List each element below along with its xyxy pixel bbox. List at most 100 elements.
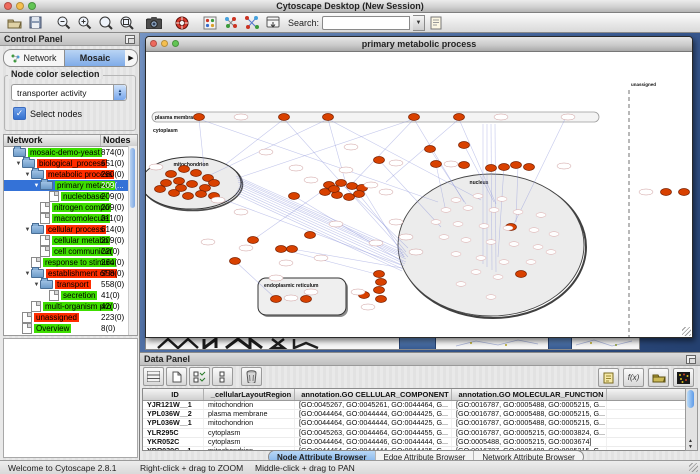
graph-node[interactable] <box>524 164 535 171</box>
tree-row[interactable]: ▼cellular process614(0) <box>4 224 137 235</box>
graph-node-label[interactable] <box>369 240 383 246</box>
graph-node-label[interactable] <box>493 275 503 280</box>
graph-node-label[interactable] <box>486 295 496 300</box>
mosaic-matrix-button[interactable] <box>673 368 694 387</box>
tree-node-label[interactable]: Overview <box>34 324 71 333</box>
graph-node[interactable] <box>679 189 690 196</box>
open-session-button[interactable] <box>4 14 24 32</box>
graph-node[interactable] <box>323 114 334 121</box>
graph-node-label[interactable] <box>479 224 489 229</box>
graph-node-label[interactable] <box>639 189 653 195</box>
tree-row[interactable]: macromolecule311(0) <box>4 213 137 224</box>
expand-arrow-icon[interactable]: ▼ <box>24 172 31 178</box>
graph-node-label[interactable] <box>431 220 441 225</box>
import-attributes-button[interactable] <box>648 368 669 387</box>
zoom-out-button[interactable] <box>53 14 73 32</box>
graph-node[interactable] <box>196 191 207 198</box>
zoom-in-button[interactable] <box>74 14 94 32</box>
tree-node-label[interactable]: unassigned <box>34 313 79 322</box>
expand-arrow-icon[interactable]: ▼ <box>15 161 22 167</box>
graph-node[interactable] <box>276 246 287 253</box>
tree-row[interactable]: ▼transport558(0) <box>4 279 137 290</box>
select-nodes-checkbox[interactable]: ✓ <box>13 107 26 120</box>
graph-node-label[interactable] <box>561 114 575 120</box>
zoom-fit-button[interactable] <box>116 14 136 32</box>
graph-node-label[interactable] <box>439 235 449 240</box>
graph-node[interactable] <box>194 114 205 121</box>
graph-node-label[interactable] <box>499 260 509 265</box>
unselect-attributes-button[interactable] <box>212 367 233 386</box>
graph-node-label[interactable] <box>463 206 473 211</box>
graph-node[interactable] <box>459 142 470 149</box>
search-dropdown-button[interactable]: ▼ <box>413 15 425 31</box>
scrollbar-arrows[interactable]: ▲▼ <box>686 438 695 450</box>
tree-row[interactable]: Overview8(0) <box>4 323 137 334</box>
graph-node-label[interactable] <box>379 189 393 195</box>
graph-node-label[interactable] <box>351 289 365 295</box>
tree-node-label[interactable]: secretion <box>61 291 97 300</box>
select-attributes-button[interactable] <box>189 367 210 386</box>
graph-node-label[interactable] <box>549 232 559 237</box>
graph-node[interactable] <box>347 183 358 190</box>
graph-node[interactable] <box>344 194 355 201</box>
save-session-button[interactable] <box>25 14 45 32</box>
graph-node-label[interactable] <box>453 222 463 227</box>
graph-node-label[interactable] <box>389 160 403 166</box>
graph-node-label[interactable] <box>513 210 523 215</box>
expand-arrow-icon[interactable]: ▼ <box>24 227 31 233</box>
graph-node[interactable] <box>176 185 187 192</box>
background-window-edge[interactable] <box>399 337 436 350</box>
graph-node-label[interactable] <box>461 238 471 243</box>
tree-column-network[interactable]: Network <box>4 135 101 146</box>
graph-node-label[interactable] <box>304 289 318 295</box>
graph-node-label[interactable] <box>451 198 461 203</box>
table-row[interactable]: YKR052Ccytoplasm[GO:0044464, GO:0044446,… <box>143 438 687 447</box>
delete-attribute-button[interactable] <box>241 367 262 386</box>
graph-node[interactable] <box>174 178 185 185</box>
tree-node-label[interactable]: mosaic-demo-yeast <box>28 148 102 157</box>
graph-node-label[interactable] <box>494 114 508 120</box>
graph-node-label[interactable] <box>364 182 378 188</box>
graph-node-label[interactable] <box>409 249 423 255</box>
tree-row[interactable]: ▼biological_process651(0) <box>4 158 137 169</box>
tree-row[interactable]: cell communicat22(0) <box>4 246 137 257</box>
tree-row[interactable]: response to stimulu264(0) <box>4 257 137 268</box>
snapshot-button[interactable] <box>144 14 164 32</box>
graph-node-label[interactable] <box>456 282 466 287</box>
new-network-from-selected-edges-button[interactable] <box>242 14 262 32</box>
graph-node[interactable] <box>155 186 166 193</box>
zoom-selected-button[interactable] <box>95 14 115 32</box>
column-header-region[interactable]: _cellularLayoutRegion <box>204 389 295 400</box>
graph-node-label[interactable] <box>344 144 358 150</box>
table-row[interactable]: YLR295Ccytoplasm[GO:0045263, GO:0044464,… <box>143 429 687 438</box>
graph-node-label[interactable] <box>529 228 539 233</box>
tree-row[interactable]: ▼primary metabo209(... <box>4 180 137 191</box>
graph-node-label[interactable] <box>284 295 298 301</box>
column-header-cellular-component[interactable]: annotation.GO CELLULAR_COMPONENT <box>295 389 452 400</box>
graph-node[interactable] <box>409 114 420 121</box>
new-attribute-button[interactable] <box>166 367 187 386</box>
graph-node-label[interactable] <box>557 163 571 169</box>
graph-node[interactable] <box>516 271 527 278</box>
graph-node-label[interactable] <box>486 240 496 245</box>
graph-node-label[interactable] <box>239 245 253 251</box>
graph-node[interactable] <box>230 258 241 265</box>
graph-node-label[interactable] <box>269 275 283 281</box>
table-scrollbar[interactable]: ▲▼ <box>685 388 698 451</box>
graph-node-label[interactable] <box>497 197 507 202</box>
graph-node-label[interactable] <box>314 255 328 261</box>
graph-node[interactable] <box>431 161 442 168</box>
graph-node[interactable] <box>499 164 510 171</box>
table-scrollbar-thumb[interactable] <box>687 390 694 408</box>
table-row[interactable]: YJR121W__1mitochondrion[GO:0045267, GO:0… <box>143 401 687 410</box>
graph-node[interactable] <box>459 162 470 169</box>
search-input[interactable] <box>322 16 410 30</box>
table-row[interactable]: YPL036W__1mitochondrion[GO:0044464, GO:0… <box>143 419 687 428</box>
graph-node-label[interactable] <box>389 219 403 225</box>
graph-node[interactable] <box>329 186 340 193</box>
app-resize-grip[interactable] <box>689 463 698 472</box>
graph-node[interactable] <box>511 162 522 169</box>
tree-row[interactable]: ▼establishment of lo558(0) <box>4 268 137 279</box>
graph-node[interactable] <box>289 193 300 200</box>
background-window-edge[interactable] <box>548 337 572 350</box>
